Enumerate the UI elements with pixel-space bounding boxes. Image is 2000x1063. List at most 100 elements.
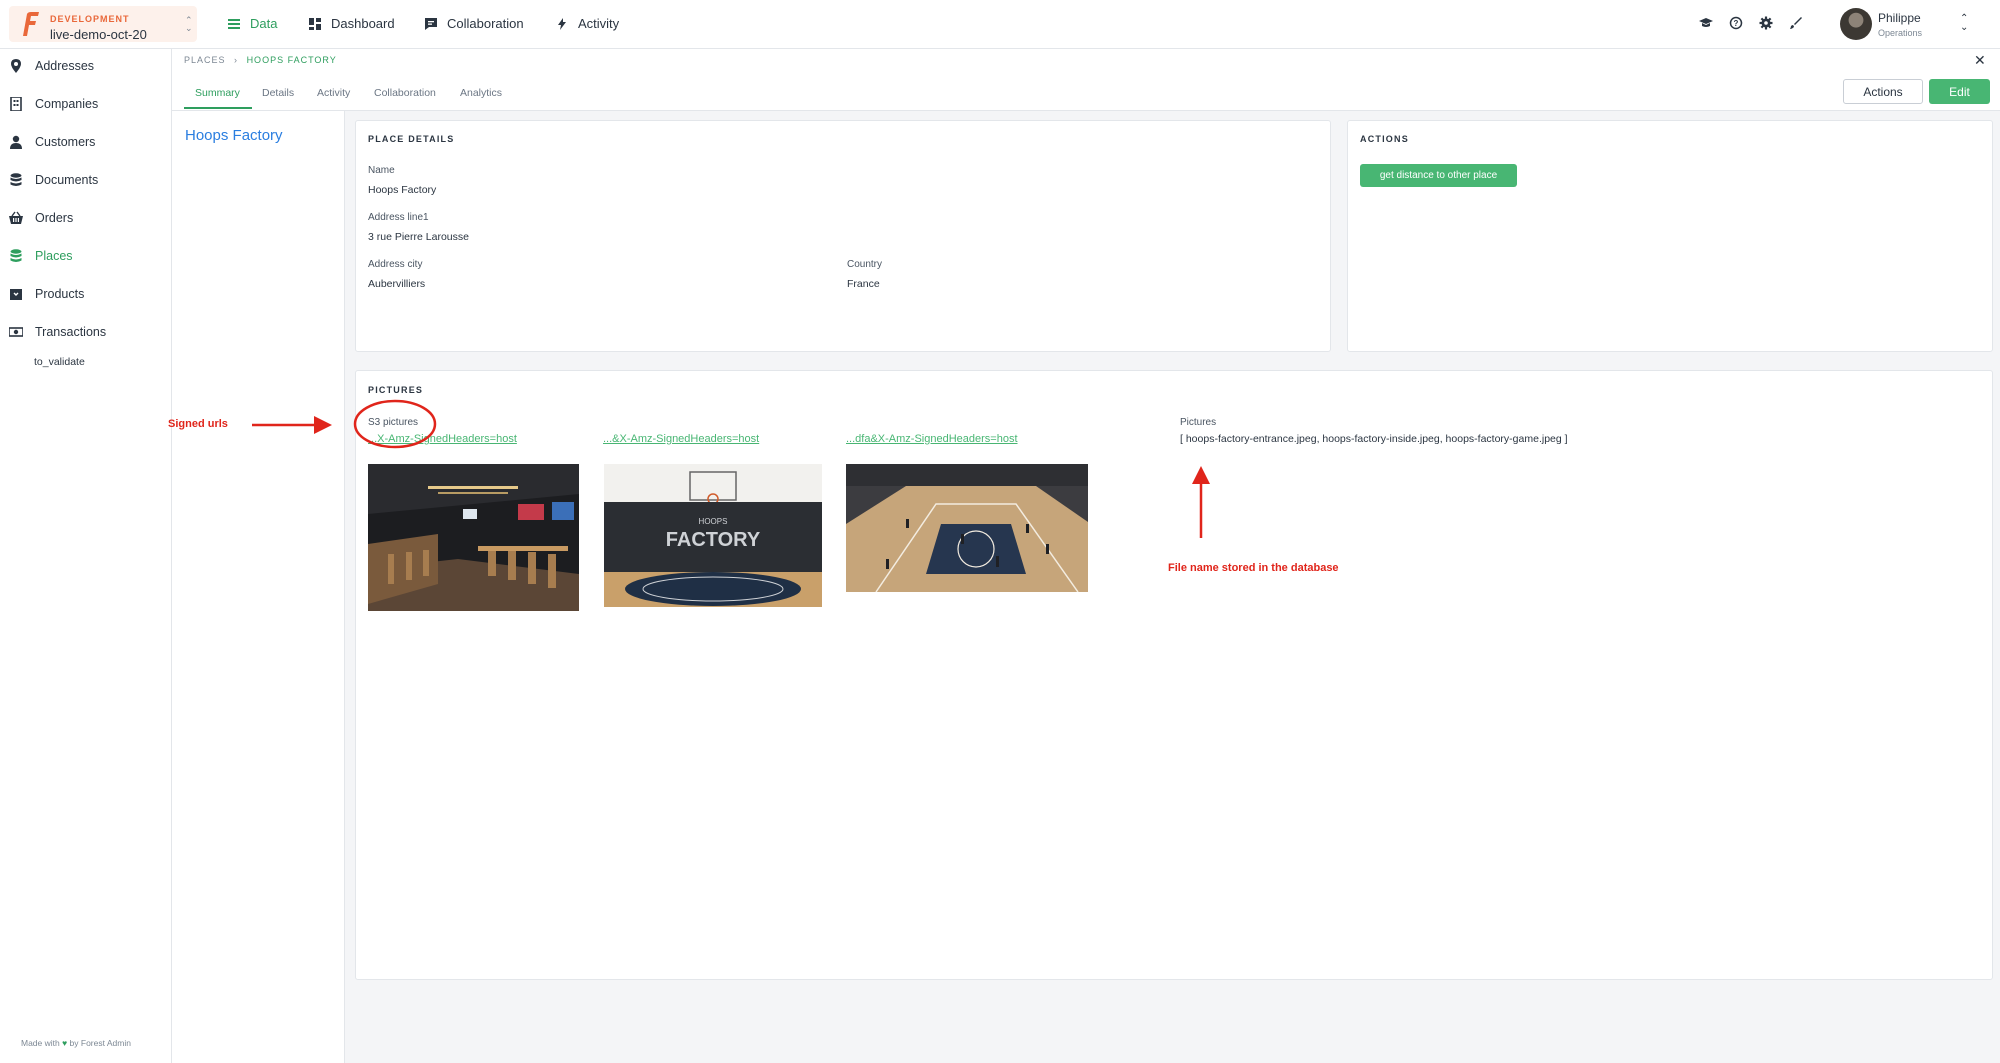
breadcrumb-root[interactable]: PLACES xyxy=(184,55,226,65)
nav-tab-label: Data xyxy=(250,16,278,31)
nav-tab-label: Collaboration xyxy=(447,16,524,31)
chat-icon xyxy=(425,17,437,30)
nav-tab-data[interactable]: Data xyxy=(228,16,277,31)
forest-logo-icon xyxy=(23,12,39,36)
annotation-arrow-right-icon xyxy=(252,416,332,434)
actions-button[interactable]: Actions xyxy=(1843,79,1923,104)
map-pin-icon xyxy=(11,59,21,73)
tab-activity[interactable]: Activity xyxy=(317,87,350,99)
list-icon xyxy=(228,18,240,29)
s3-signed-url-link[interactable]: ...dfa&X-Amz-SignedHeaders=host xyxy=(846,433,1018,445)
sidebar-item-label: Orders xyxy=(35,211,74,225)
gear-icon[interactable] xyxy=(1759,16,1773,30)
brush-icon[interactable] xyxy=(1789,16,1803,30)
footer-prefix: Made with xyxy=(21,1038,60,1048)
card-title: PICTURES xyxy=(368,385,424,395)
nav-tab-collaboration[interactable]: Collaboration xyxy=(425,16,524,31)
s3-signed-url-link[interactable]: ...&X-Amz-SignedHeaders=host xyxy=(603,433,759,445)
sidebar-item-label: Documents xyxy=(35,173,99,187)
field-value-country: France xyxy=(847,278,880,290)
field-value-pictures: [ hoops-factory-entrance.jpeg, hoops-fac… xyxy=(1180,433,1568,445)
tab-details[interactable]: Details xyxy=(262,87,294,99)
nav-tab-label: Activity xyxy=(578,16,620,31)
sidebar-item-companies[interactable]: Companies xyxy=(9,97,98,111)
field-value-city: Aubervilliers xyxy=(368,278,426,290)
field-value-address: 3 rue Pierre Larousse xyxy=(368,231,469,243)
picture-thumbnail-entrance[interactable] xyxy=(368,464,579,611)
actions-card: ACTIONS get distance to other place xyxy=(1347,120,1993,352)
get-distance-button[interactable]: get distance to other place xyxy=(1360,164,1517,187)
basketball-game-image xyxy=(846,464,1088,592)
active-tab-indicator xyxy=(184,107,252,109)
top-bar: DEVELOPMENT live-demo-oct-20 ⌃ ⌄ Data Das… xyxy=(0,0,2000,49)
user-name: Philippe xyxy=(1878,11,1921,25)
user-role: Operations xyxy=(1878,28,1923,38)
tab-summary[interactable]: Summary xyxy=(195,87,240,99)
sidebar-item-transactions[interactable]: Transactions xyxy=(9,325,106,339)
sidebar-item-label: Addresses xyxy=(35,59,95,73)
sidebar-item-orders[interactable]: Orders xyxy=(9,211,73,225)
bolt-icon xyxy=(558,17,566,30)
nav-tab-activity[interactable]: Activity xyxy=(556,16,619,31)
basket-icon xyxy=(9,211,23,224)
sidebar-item-documents[interactable]: Documents xyxy=(9,173,98,187)
field-label-country: Country xyxy=(847,259,883,270)
building-icon xyxy=(10,97,22,111)
sidebar-item-addresses[interactable]: Addresses xyxy=(9,59,94,73)
pictures-card: PICTURES S3 pictures ...X-Amz-SignedHead… xyxy=(355,370,1993,980)
nav-tab-dashboard[interactable]: Dashboard xyxy=(309,16,395,31)
place-details-card: PLACE DETAILS Name Hoops Factory Address… xyxy=(355,120,1331,352)
graduation-cap-icon[interactable] xyxy=(1699,16,1713,30)
card-title: PLACE DETAILS xyxy=(368,134,455,144)
close-icon[interactable]: ✕ xyxy=(1974,52,1986,69)
svg-text:?: ? xyxy=(1734,19,1739,28)
tab-analytics[interactable]: Analytics xyxy=(460,87,502,99)
sidebar-item-label: Transactions xyxy=(35,325,107,339)
chevron-up-down-icon[interactable]: ⌃ ⌄ xyxy=(1960,14,1968,33)
breadcrumb-separator: › xyxy=(234,55,239,65)
footer-suffix: by Forest Admin xyxy=(69,1038,131,1048)
environment-tag: DEVELOPMENT xyxy=(50,14,130,24)
sidebar-item-label: Products xyxy=(35,287,85,301)
annotation-file-name: File name stored in the database xyxy=(1168,562,1339,574)
annotation-signed-urls: Signed urls xyxy=(168,418,228,430)
money-icon xyxy=(9,327,23,337)
person-icon xyxy=(10,135,22,149)
box-icon xyxy=(10,289,22,300)
sidebar-item-products[interactable]: Products xyxy=(9,287,84,301)
sidebar: Addresses Companies Customers Documents … xyxy=(0,49,172,1063)
project-name: live-demo-oct-20 xyxy=(50,27,147,42)
sidebar-item-places[interactable]: Places xyxy=(9,249,73,263)
made-with-footer: Made with ♥ by Forest Admin xyxy=(21,1038,131,1048)
nav-tab-label: Dashboard xyxy=(331,16,395,31)
edit-button[interactable]: Edit xyxy=(1929,79,1990,104)
database-icon xyxy=(10,249,22,262)
sidebar-item-label: Places xyxy=(35,249,73,263)
tab-collaboration[interactable]: Collaboration xyxy=(374,87,436,99)
court-logo-small-text: HOOPS xyxy=(699,517,728,526)
annotation-arrow-up-icon xyxy=(1192,466,1210,538)
chevron-up-down-icon[interactable]: ⌃ ⌄ xyxy=(185,16,193,33)
field-label-address: Address line1 xyxy=(368,212,429,223)
sidebar-item-label: Companies xyxy=(35,97,99,111)
card-title: ACTIONS xyxy=(1360,134,1409,144)
court-logo-text: FACTORY xyxy=(666,529,761,551)
field-label-name: Name xyxy=(368,165,395,176)
environment-switcher[interactable]: DEVELOPMENT live-demo-oct-20 ⌃ ⌄ xyxy=(9,6,197,42)
bar-interior-image xyxy=(368,464,579,611)
picture-thumbnail-inside[interactable]: FACTORY HOOPS xyxy=(604,464,822,607)
sidebar-item-label: Customers xyxy=(35,135,96,149)
record-title-column: Hoops Factory xyxy=(172,111,345,1063)
picture-thumbnail-game[interactable] xyxy=(846,464,1088,592)
basketball-court-logo-image: FACTORY HOOPS xyxy=(604,464,822,607)
sidebar-subitem-to-validate[interactable]: to_validate xyxy=(34,356,85,368)
avatar[interactable] xyxy=(1840,8,1872,40)
field-label-pictures: Pictures xyxy=(1180,417,1217,428)
dashboard-icon xyxy=(309,17,321,30)
field-label-city: Address city xyxy=(368,259,423,270)
record-header: PLACES › HOOPS FACTORY ✕ Summary Details… xyxy=(172,49,2000,111)
field-value-name: Hoops Factory xyxy=(368,184,437,196)
annotation-circle-icon xyxy=(353,399,437,449)
sidebar-item-customers[interactable]: Customers xyxy=(9,135,95,149)
help-icon[interactable]: ? xyxy=(1729,16,1743,30)
